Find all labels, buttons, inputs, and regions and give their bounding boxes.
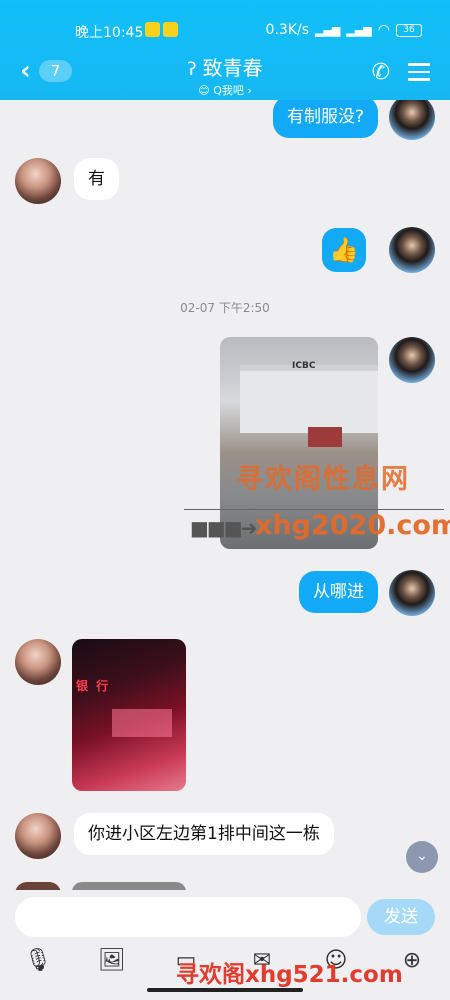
- chat-header: 晚上10:45 0.3K/s ▂▄▆ ▂▄▆ ◠ 36 ʔ 致青春 😊 Q我吧 ›…: [0, 0, 450, 100]
- microphone-icon[interactable]: 🎙: [24, 947, 52, 975]
- message-timestamp: 02-07 下午2:50: [180, 301, 270, 315]
- battery-icon: 36: [396, 23, 422, 37]
- received-photo[interactable]: 银 行: [72, 639, 186, 791]
- photo-storefront: [112, 709, 172, 737]
- send-button[interactable]: 发送: [367, 899, 435, 935]
- message-input[interactable]: [15, 897, 361, 937]
- contact-avatar[interactable]: [15, 639, 61, 685]
- photo-kiosk: [308, 427, 342, 447]
- scroll-to-bottom-button[interactable]: ⌄: [406, 841, 438, 873]
- arrow-right-icon: ■■■➜: [190, 516, 257, 540]
- message-bubble-sent[interactable]: 从哪进: [299, 571, 378, 613]
- status-bar: 晚上10:45 0.3K/s ▂▄▆ ▂▄▆ ◠ 36: [0, 20, 450, 42]
- watermark-url: xhg2020.com: [255, 510, 450, 541]
- status-time: 晚上10:45: [75, 25, 144, 41]
- signal-icon: ▂▄▆: [315, 23, 341, 37]
- message-bubble-received[interactable]: 你进小区左边第1排中间这一栋: [74, 813, 334, 855]
- message-bubble-sent[interactable]: 有制服没?: [272, 100, 378, 138]
- photo-building: [240, 365, 378, 433]
- my-avatar[interactable]: [389, 337, 435, 383]
- app-notification-icon: [145, 22, 160, 37]
- contact-avatar[interactable]: [15, 813, 61, 859]
- received-photo[interactable]: [72, 882, 186, 890]
- contact-name: 致青春: [202, 56, 263, 80]
- chevron-left-icon: ‹: [20, 56, 31, 86]
- menu-icon[interactable]: [408, 58, 430, 86]
- contact-avatar[interactable]: [15, 882, 61, 890]
- message-bubble-received[interactable]: 有: [74, 158, 119, 200]
- chevron-down-icon: ⌄: [416, 848, 428, 864]
- my-avatar[interactable]: [389, 570, 435, 616]
- thumbs-up-emoji[interactable]: 👍: [322, 228, 366, 272]
- phone-icon[interactable]: ✆: [372, 60, 390, 85]
- photo-sign-text: 银 行: [76, 679, 111, 693]
- my-avatar[interactable]: [389, 227, 435, 273]
- image-icon[interactable]: 🖼: [98, 947, 126, 975]
- ear-icon: ʔ: [187, 59, 197, 80]
- status-indicators: 0.3K/s ▂▄▆ ▂▄▆ ◠ 36: [266, 22, 422, 38]
- signal-icon: ▂▄▆: [346, 23, 372, 37]
- back-button[interactable]: ‹ 7: [20, 56, 73, 86]
- unread-count-badge: 7: [38, 60, 73, 82]
- photo-sign-text: ICBC: [292, 361, 316, 371]
- watermark-text: 寻欢阁性息网: [236, 464, 410, 495]
- app-notification-icon: [163, 22, 178, 37]
- network-speed: 0.3K/s: [265, 22, 309, 38]
- wifi-icon: ◠: [377, 22, 390, 38]
- contact-avatar[interactable]: [15, 158, 61, 204]
- chat-message-list[interactable]: 有制服没? 有 👍 02-07 下午2:50 ICBC 寻欢阁性息网 ■■■➜ …: [0, 100, 450, 890]
- watermark-url: 寻欢阁xhg521.com: [176, 962, 403, 988]
- my-avatar[interactable]: [389, 100, 435, 140]
- nav-bar: ʔ 致青春 😊 Q我吧 › ‹ 7 ✆: [0, 52, 450, 97]
